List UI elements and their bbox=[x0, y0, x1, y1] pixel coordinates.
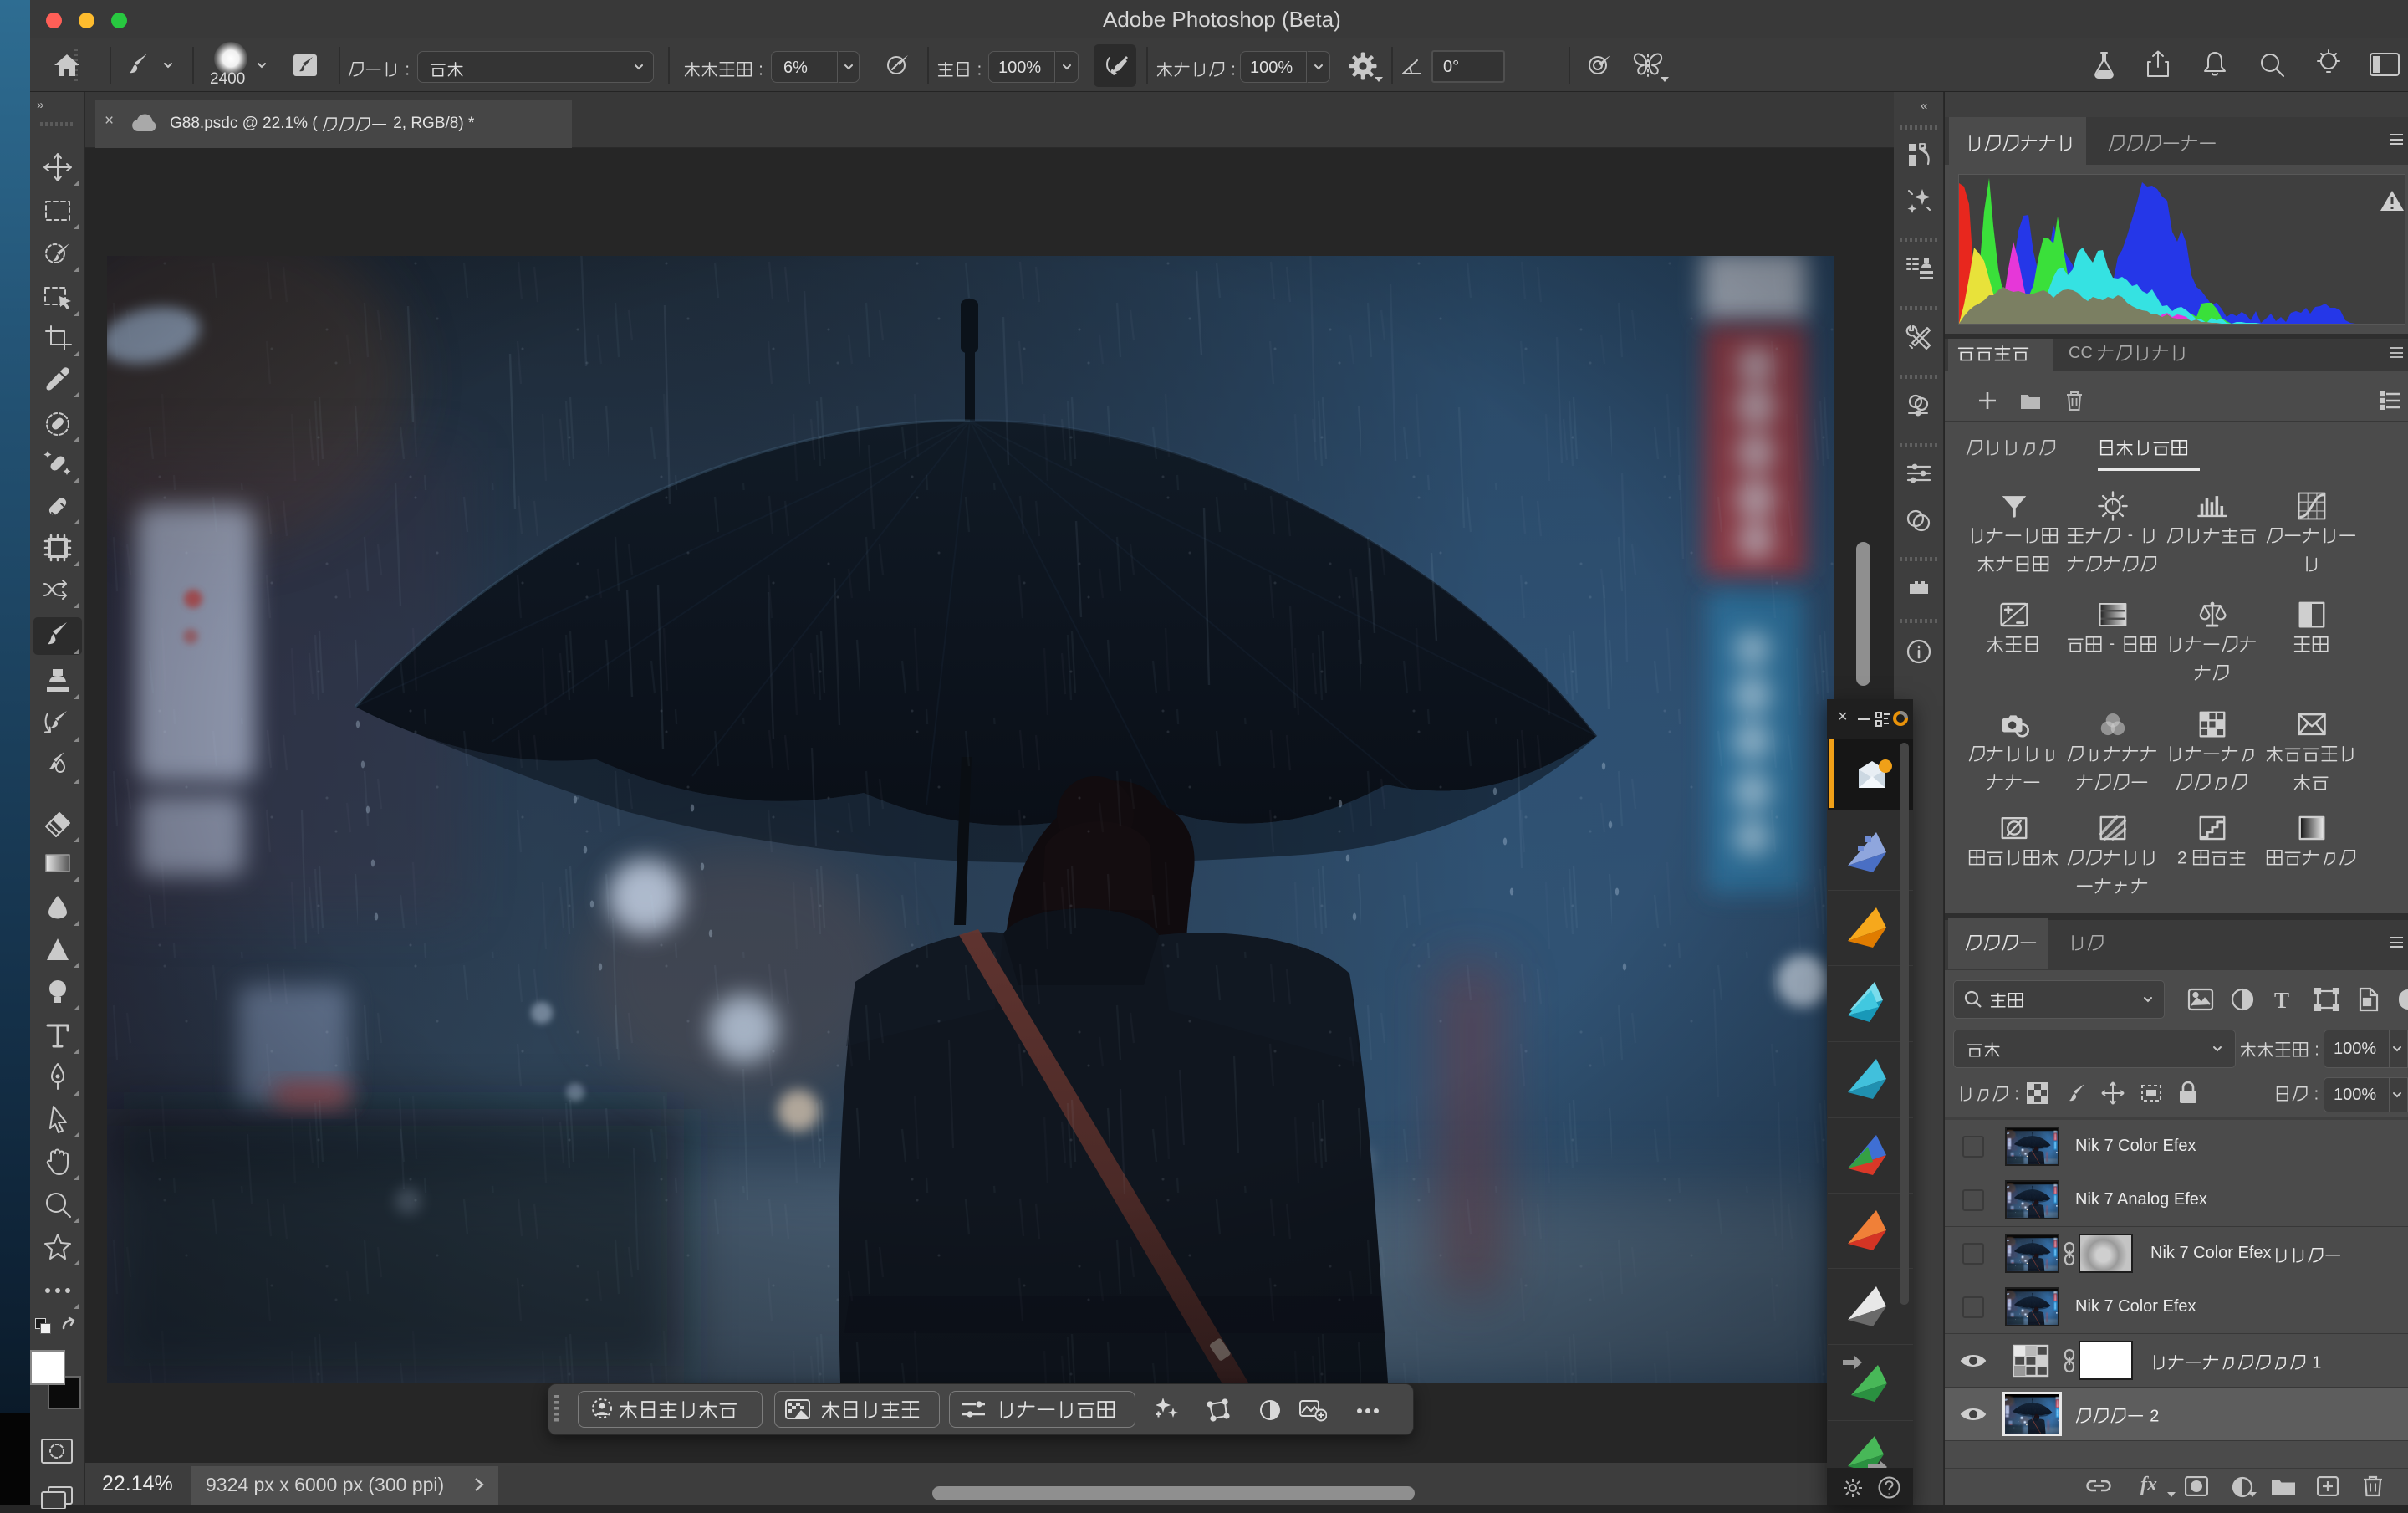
svg-text::: : bbox=[2314, 1041, 2319, 1060]
svg-text::: : bbox=[2314, 1086, 2319, 1104]
svg-text:1: 1 bbox=[2312, 1354, 2321, 1372]
svg-text::: : bbox=[2014, 1086, 2019, 1104]
svg-text:2: 2 bbox=[2150, 1408, 2159, 1426]
svg-text::: : bbox=[405, 61, 410, 79]
svg-text:2: 2 bbox=[2177, 849, 2187, 868]
svg-text::: : bbox=[1231, 61, 1236, 79]
svg-text::: : bbox=[977, 61, 982, 79]
svg-text::: : bbox=[758, 61, 763, 79]
